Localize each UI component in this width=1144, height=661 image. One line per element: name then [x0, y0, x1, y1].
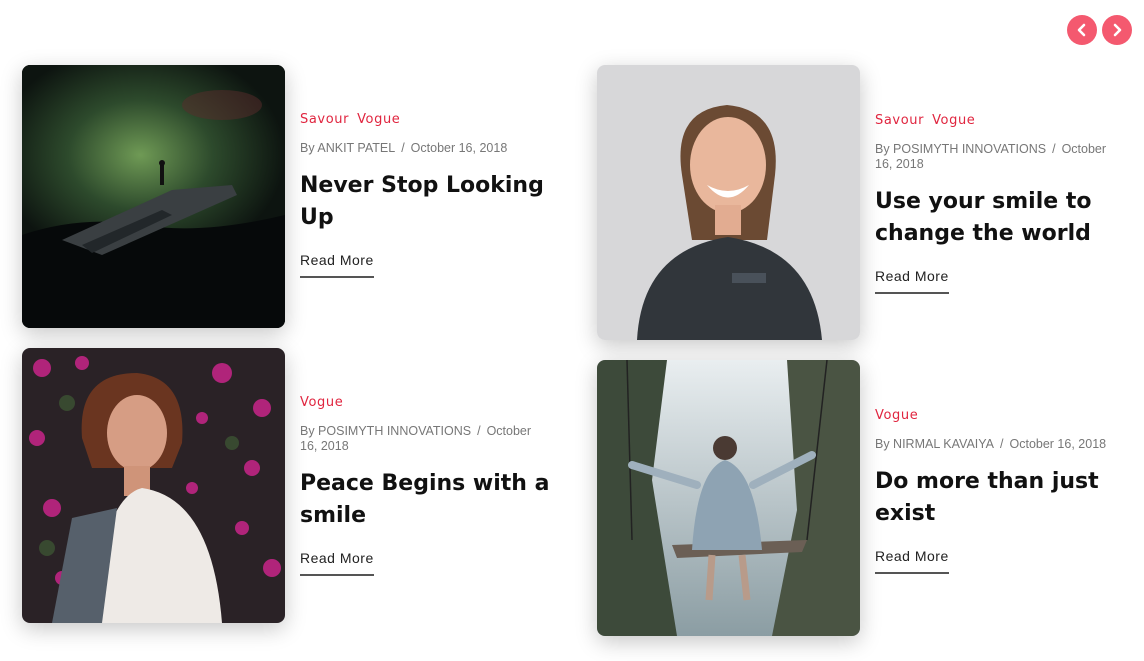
post-info: Savour Vogue By POSIMYTH INNOVATIONS / Octo… [875, 113, 1125, 294]
category-link[interactable]: Vogue [357, 112, 400, 127]
chevron-left-icon [1077, 23, 1086, 37]
post-meta: By NIRMAL KAVAIYA / October 16, 2018 [875, 437, 1107, 451]
post-title[interactable]: Do more than just exist [875, 466, 1125, 530]
next-button[interactable] [1102, 15, 1132, 45]
post-date: October 16, 2018 [1009, 437, 1107, 451]
post-title[interactable]: Peace Begins with a smile [300, 468, 550, 532]
read-more-link[interactable]: Read More [300, 550, 374, 576]
post-meta: By ANKIT PATEL / October 16, 2018 [300, 141, 508, 155]
blog-carousel: Savour Vogue By ANKIT PATEL / October 16, 2… [0, 0, 1144, 661]
post-author[interactable]: By ANKIT PATEL [300, 141, 395, 155]
category-link[interactable]: Vogue [300, 395, 343, 410]
post-info: Savour Vogue By ANKIT PATEL / October 16, 2… [300, 112, 550, 278]
read-more-link[interactable]: Read More [875, 268, 949, 294]
category-link[interactable]: Vogue [932, 113, 975, 128]
category-link[interactable]: Vogue [875, 408, 918, 423]
category-link[interactable]: Savour [875, 113, 924, 128]
post-title[interactable]: Never Stop Looking Up [300, 170, 550, 234]
post-author[interactable]: By POSIMYTH INNOVATIONS [300, 424, 471, 438]
post-meta: By POSIMYTH INNOVATIONS / October 16, 2018 [300, 424, 532, 453]
post-categories: Savour Vogue [875, 113, 1125, 128]
category-link[interactable]: Savour [300, 112, 349, 127]
post-date: October 16, 2018 [410, 141, 508, 155]
post-image[interactable] [22, 348, 285, 623]
post-image[interactable] [597, 360, 860, 636]
read-more-link[interactable]: Read More [875, 548, 949, 574]
post-image[interactable] [597, 65, 860, 340]
post-title[interactable]: Use your smile to change the world [875, 186, 1125, 250]
post-image[interactable] [22, 65, 285, 328]
post-author[interactable]: By POSIMYTH INNOVATIONS [875, 142, 1046, 156]
chevron-right-icon [1113, 23, 1122, 37]
post-categories: Vogue [300, 395, 550, 410]
post-author[interactable]: By NIRMAL KAVAIYA [875, 437, 994, 451]
post-info: Vogue By NIRMAL KAVAIYA / October 16, 2018… [875, 408, 1125, 574]
read-more-link[interactable]: Read More [300, 252, 374, 278]
post-categories: Vogue [875, 408, 1125, 423]
prev-button[interactable] [1067, 15, 1097, 45]
post-info: Vogue By POSIMYTH INNOVATIONS / October 16… [300, 395, 550, 576]
post-categories: Savour Vogue [300, 112, 550, 127]
post-meta: By POSIMYTH INNOVATIONS / October 16, 2018 [875, 142, 1107, 171]
